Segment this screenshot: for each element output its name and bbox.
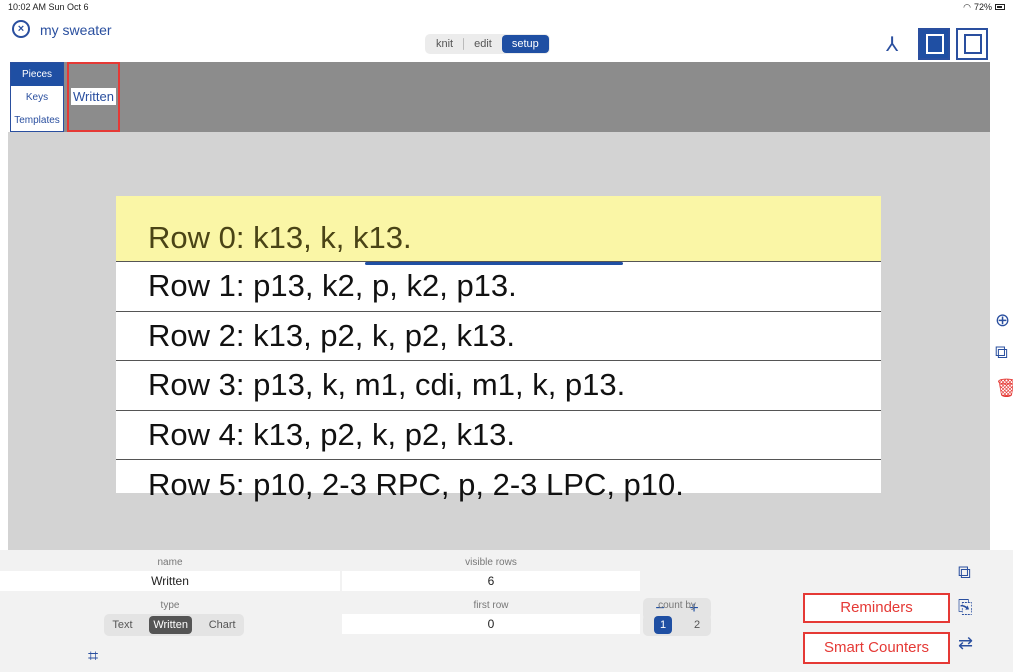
row-3[interactable]: Row 3: p13, k, m1, cdi, m1, k, p13. — [116, 361, 881, 411]
count-by-segmented-control: 1 2 — [643, 614, 711, 636]
page-view-button[interactable] — [918, 28, 950, 60]
type-text[interactable]: Text — [112, 619, 132, 631]
piece-label: Written — [71, 88, 116, 105]
add-circle-icon[interactable]: ⊕ — [995, 310, 1010, 331]
document-title: my sweater — [40, 22, 112, 38]
crop-icon[interactable]: ⌗ — [88, 646, 98, 667]
row-4[interactable]: Row 4: k13, p2, k, p2, k13. — [116, 411, 881, 460]
visible-rows-label: visible rows — [465, 557, 517, 568]
row-1[interactable]: Row 1: p13, k2, p, k2, p13. — [116, 262, 881, 312]
transfer-icon[interactable]: ⇄ — [958, 633, 973, 654]
row-5[interactable]: Row 5: p10, 2-3 RPC, p, 2-3 LPC, p10. — [116, 460, 881, 510]
status-bar: 10:02 AM Sun Oct 6 ◠ 72% — [0, 0, 1013, 14]
wifi-icon: ◠ — [963, 1, 971, 12]
close-icon[interactable]: × — [12, 20, 30, 38]
pdf-icon[interactable]: ⅄ — [886, 32, 898, 57]
row-2[interactable]: Row 2: k13, p2, k, p2, k13. — [116, 312, 881, 361]
mode-segmented-control: knit edit setup — [425, 34, 550, 54]
row-progress-bar — [365, 262, 623, 265]
split-view-button[interactable] — [956, 28, 988, 60]
count-by-label: count by — [658, 600, 696, 611]
pieces-strip: Written — [64, 62, 990, 132]
piece-item-written[interactable]: Written — [67, 62, 120, 132]
type-label: type — [160, 600, 180, 611]
mode-setup[interactable]: setup — [501, 35, 549, 53]
status-time: 10:02 AM Sun Oct 6 — [8, 2, 89, 12]
smart-counters-button[interactable]: Smart Counters — [803, 632, 950, 664]
tab-keys[interactable]: Keys — [11, 86, 63, 109]
visible-rows-field[interactable]: 6 — [342, 571, 640, 591]
count-by-1[interactable]: 1 — [653, 616, 673, 634]
setup-tabs: Pieces Keys Templates — [10, 62, 64, 132]
mode-edit[interactable]: edit — [464, 35, 502, 53]
first-row-field[interactable]: 0 — [342, 614, 640, 634]
tab-templates[interactable]: Templates — [11, 109, 63, 132]
battery-percent: 72% — [973, 2, 992, 12]
type-chart[interactable]: Chart — [209, 619, 236, 631]
battery-icon — [995, 4, 1005, 10]
count-by-2[interactable]: 2 — [694, 619, 700, 631]
trash-icon[interactable]: 🗑 — [995, 378, 1013, 399]
name-label: name — [157, 557, 183, 568]
type-segmented-control: Text Written Chart — [104, 614, 244, 636]
name-field[interactable]: Written — [0, 571, 340, 591]
copy-icon[interactable]: ⧉ — [958, 562, 971, 583]
row-0[interactable]: Row 0: k13, k, k13. — [116, 196, 881, 262]
tab-pieces[interactable]: Pieces — [11, 63, 63, 86]
reminders-button[interactable]: Reminders — [803, 593, 950, 623]
first-row-label: first row — [473, 600, 509, 611]
paste-icon[interactable]: ⎘ — [958, 597, 972, 618]
duplicate-icon[interactable]: ⧉ — [995, 342, 1008, 363]
written-instructions[interactable]: Row 0: k13, k, k13. Row 1: p13, k2, p, k… — [116, 196, 881, 502]
mode-knit[interactable]: knit — [426, 35, 463, 53]
type-written[interactable]: Written — [149, 616, 192, 634]
